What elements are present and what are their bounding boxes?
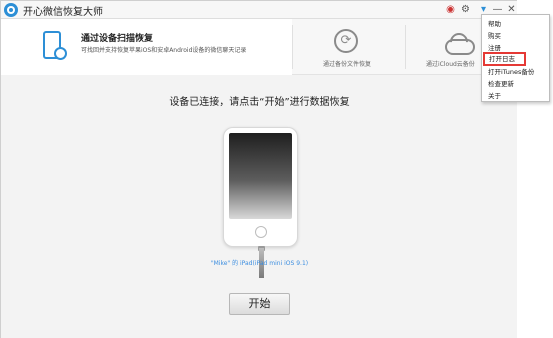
tab-icloud-label: 通过iCloud云备份 — [426, 61, 475, 68]
mode-tabs: 通过设备扫描恢复 可找回并支持恢复苹果iOS和安卓Android设备的微信聊天记… — [1, 19, 518, 75]
app-logo-icon — [4, 3, 18, 17]
page-heading: 设备已连接，请点击“开始”进行数据恢复 — [169, 97, 350, 108]
gear-icon[interactable]: ⚙ — [459, 3, 472, 16]
title-bar: 开心微信恢复大师 ◉ ⚙ ▾ — ✕ — [1, 1, 518, 19]
start-button[interactable]: 开始 — [229, 293, 290, 315]
phone-scan-icon — [43, 31, 67, 60]
main-panel: 设备已连接，请点击“开始”进行数据恢复 "Mike" 的 iPad(iPad m… — [1, 76, 518, 338]
refresh-icon: ⟳ — [334, 29, 358, 53]
menu-item-open-log[interactable]: 打开日志 — [483, 52, 526, 66]
tab-backup-file[interactable]: ⟳ 通过备份文件恢复 — [293, 19, 405, 75]
menu-item-about[interactable]: 关于 — [482, 89, 549, 103]
tab-device-scan[interactable]: 通过设备扫描恢复 可找回并支持恢复苹果iOS和安卓Android设备的微信聊天记… — [1, 19, 292, 75]
window-title: 开心微信恢复大师 — [23, 7, 103, 18]
tab-backup-file-label: 通过备份文件恢复 — [323, 61, 372, 68]
settings-dropdown-menu: 帮助 购买 注册 打开日志 打开iTunes备份 检查更新 关于 — [481, 14, 550, 102]
connected-device-label: "Mike" 的 iPad(iPad mini iOS 9.1) — [210, 260, 309, 267]
device-screen — [229, 133, 292, 219]
device-illustration — [223, 127, 298, 247]
tab-device-scan-title: 通过设备扫描恢复 — [81, 34, 154, 44]
app-window: 开心微信恢复大师 ◉ ⚙ ▾ — ✕ 通过设备扫描恢复 可找回并支持恢复苹果iO… — [0, 0, 518, 338]
tab-device-scan-description: 可找回并支持恢复苹果iOS和安卓Android设备的微信聊天记录 — [81, 47, 247, 54]
home-button-icon — [255, 226, 267, 238]
weibo-icon[interactable]: ◉ — [444, 3, 457, 16]
cloud-icon — [442, 33, 475, 55]
